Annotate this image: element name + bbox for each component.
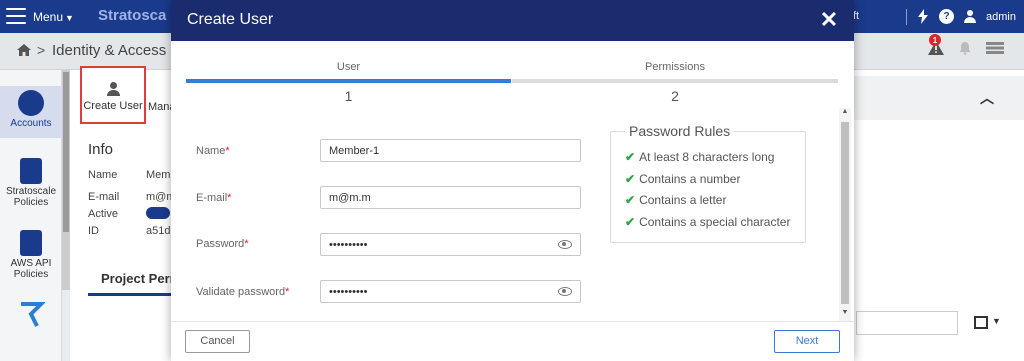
step-label: Permissions [645,61,705,73]
bell-icon[interactable] [958,41,972,55]
tab-project-permissions[interactable]: Project Perm [101,271,181,286]
check-icon: ✔ [625,215,636,229]
nav-item-next[interactable] [0,300,62,331]
step-progress-bar [512,79,838,83]
password-rules-title: Password Rules [625,123,735,139]
alert-count-badge: 1 [929,34,941,46]
nav-label: AWS API Policies [10,258,52,280]
chevron-down-icon[interactable]: ▼ [992,316,1001,326]
help-icon[interactable]: ? [939,9,955,24]
rule-text: At least 8 characters long [639,150,775,164]
nav-item-stratoscale-policies[interactable]: Stratoscale Policies [0,158,62,208]
info-label-active: Active [88,208,118,220]
breadcrumb-section[interactable]: Identity & Access [52,42,166,59]
collapse-bar [854,76,1024,120]
grid-icon[interactable] [974,316,988,329]
hamburger-icon[interactable] [6,8,26,24]
cancel-button[interactable]: Cancel [185,330,250,353]
create-user-label: Create User [83,100,143,112]
required-mark: * [227,192,232,204]
info-title: Info [88,141,114,158]
field-label-text: Password [196,238,245,250]
scroll-down-icon[interactable]: ▼ [839,309,851,319]
next-button[interactable]: Next [774,330,840,353]
menu-label: Menu [33,10,64,24]
breadcrumb-separator: > [37,42,46,58]
create-user-button[interactable]: Create User [80,66,146,124]
list-icon[interactable] [986,42,1004,54]
email-field[interactable] [320,186,581,209]
rule-text: Contains a number [639,172,741,186]
close-icon[interactable]: ✕ [819,9,839,31]
info-label-id: ID [88,225,99,237]
validate-password-label: Validate password* [196,286,289,298]
policy-document-icon [20,230,42,256]
chevron-up-icon[interactable]: ︿ [980,88,994,108]
active-tab-indicator [88,293,172,296]
nav-label: Stratoscale Policies [5,186,57,208]
eye-icon[interactable] [558,287,572,296]
name-field[interactable] [320,139,581,162]
scroll-up-icon[interactable]: ▲ [839,108,851,118]
step-progress-bar [186,79,511,83]
chevron-down-icon: ▼ [65,13,74,23]
check-icon: ✔ [625,150,636,164]
step-number: 2 [671,88,679,104]
nav-logo-icon [21,302,46,327]
menu-button[interactable]: Menu ▼ [33,10,74,24]
step-label: User [336,61,361,73]
left-nav: Accounts Stratoscale Policies AWS API Po… [0,70,62,361]
scroll-thumb[interactable] [841,122,849,304]
nav-item-aws-api-policies[interactable]: AWS API Policies [0,230,62,280]
modal-title: Create User [187,11,274,28]
password-field[interactable] [320,233,581,256]
modal-header: Create User ✕ [171,0,854,41]
modal-scrollbar[interactable]: ▲ ▼ [839,108,851,321]
accounts-icon [18,90,44,116]
password-rule: ✔ Contains a number [625,172,740,186]
password-rule: ✔ At least 8 characters long [625,150,774,164]
active-toggle[interactable] [146,207,170,219]
create-user-modal: Create User ✕ User 1 Permissions 2 Name*… [171,0,854,361]
password-rule: ✔ Contains a special character [625,215,790,229]
filter-input[interactable] [856,311,958,335]
home-icon[interactable] [17,44,31,56]
top-separator [906,8,908,25]
eye-icon[interactable] [558,240,572,249]
password-rules-box: Password Rules ✔ At least 8 characters lo… [610,123,806,243]
bolt-icon[interactable] [917,9,929,24]
info-label-email: E-mail [88,191,120,203]
name-label: Name* [196,145,230,157]
email-label: E-mail* [196,192,231,204]
step-permissions[interactable]: Permissions 2 [512,61,838,106]
check-icon: ✔ [625,172,636,186]
check-icon: ✔ [625,193,636,207]
field-label-text: Name [196,145,226,157]
rule-text: Contains a special character [639,215,791,229]
policy-document-icon [20,158,42,184]
field-label-text: E-mail [196,192,228,204]
info-value-id: a51d [146,225,171,237]
nav-item-accounts[interactable]: Accounts [0,86,62,138]
validate-password-field[interactable] [320,280,581,303]
required-mark: * [285,286,290,298]
info-label-name: Name [88,169,118,181]
nav-label: Accounts [10,118,52,129]
password-rule: ✔ Contains a letter [625,193,726,207]
rule-text: Contains a letter [639,193,727,207]
user-icon[interactable] [964,10,977,23]
left-nav-scroll-thumb[interactable] [63,72,69,232]
required-mark: * [244,238,249,250]
top-bar-right: ? admin [906,0,1016,33]
step-number: 1 [344,88,353,104]
brand-name: Stratosca [98,7,167,24]
user-icon [106,82,120,96]
field-label-text: Validate password [196,286,286,298]
username[interactable]: admin [986,11,1016,23]
modal-footer: Cancel Next [171,321,854,361]
required-mark: * [225,145,230,157]
password-label: Password* [196,238,249,250]
step-user[interactable]: User 1 [186,61,511,106]
